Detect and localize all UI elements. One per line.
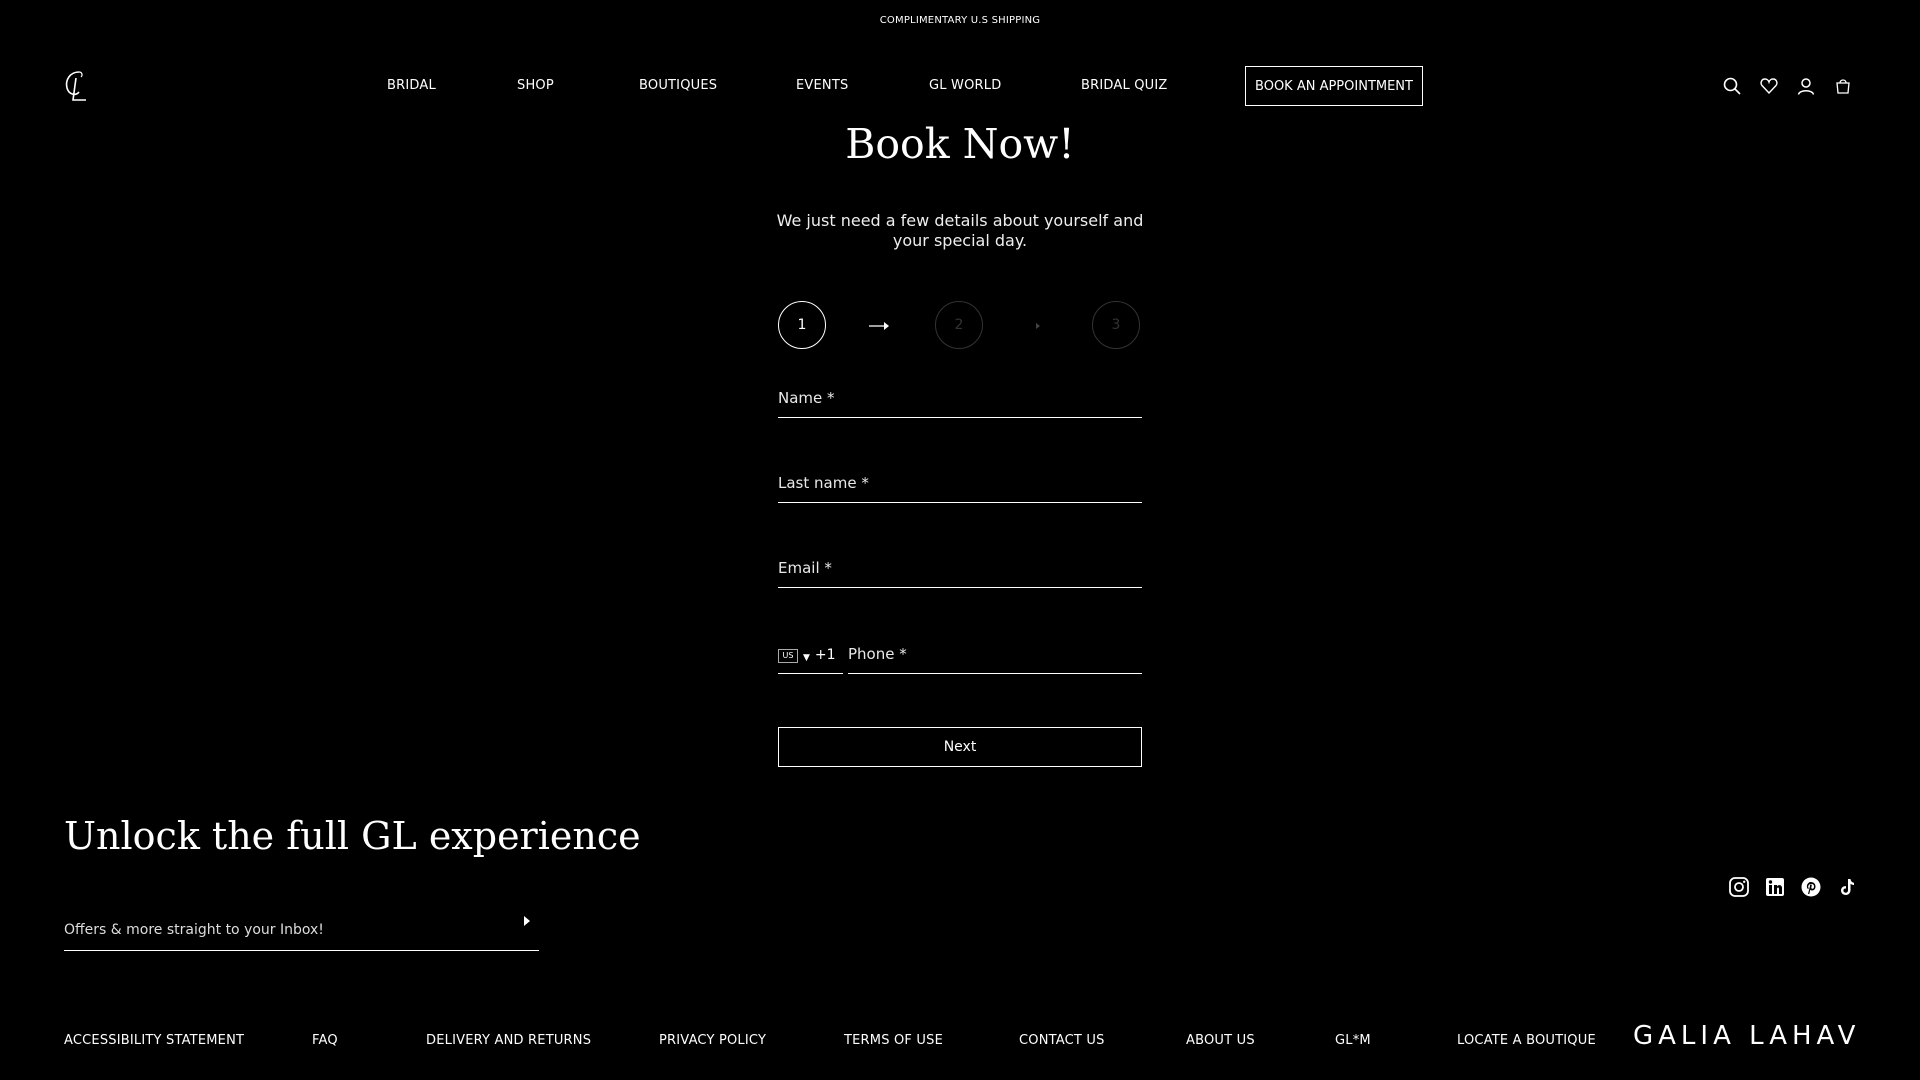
last-name-field [778,463,1142,503]
footer-delivery-link[interactable]: DELIVERY AND RETURNS [426,1033,591,1048]
footer-faq-link[interactable]: FAQ [312,1033,338,1048]
nav-bridal-quiz[interactable]: BRIDAL QUIZ [1081,78,1168,93]
newsletter-title: Unlock the full GL experience [64,814,641,858]
newsletter-email-input[interactable] [64,922,504,938]
book-appointment-button[interactable]: BOOK AN APPOINTMENT [1245,66,1423,106]
footer-about-link[interactable]: ABOUT US [1186,1033,1255,1048]
phone-input[interactable] [848,645,1142,663]
name-input[interactable] [778,389,1142,407]
instagram-icon[interactable] [1728,876,1750,898]
step-arrow-icon [869,318,891,332]
pinterest-icon[interactable] [1800,876,1822,898]
footer-accessibility-link[interactable]: ACCESSIBILITY STATEMENT [64,1033,244,1048]
newsletter-submit-icon[interactable] [519,913,535,929]
tiktok-icon[interactable] [1836,876,1858,898]
bag-icon[interactable] [1833,76,1853,96]
footer-contact-link[interactable]: CONTACT US [1019,1033,1105,1048]
announcement-text: COMPLIMENTARY U.S SHIPPING [879,14,1041,26]
nav-gl-world[interactable]: GL WORLD [929,78,1001,93]
linkedin-icon[interactable] [1764,876,1786,898]
step-1: 1 [778,301,826,349]
footer-glm-link[interactable]: GL*M [1335,1033,1371,1048]
nav-boutiques[interactable]: BOUTIQUES [639,78,717,93]
country-code-select[interactable]: US ▼ +1 [778,634,843,674]
next-button[interactable]: Next [778,727,1142,767]
nav-bridal[interactable]: BRIDAL [387,78,436,93]
newsletter-form [64,907,539,951]
nav-shop[interactable]: SHOP [517,78,554,93]
step-3: 3 [1092,301,1140,349]
page-title: Book Now! [845,120,1075,168]
country-code: +1 [814,647,836,663]
announcement-bar: COMPLIMENTARY U.S SHIPPING [0,0,1920,40]
last-name-input[interactable] [778,474,1142,492]
gl-logo[interactable] [62,68,90,104]
flag-icon: US [778,649,798,663]
footer-privacy-link[interactable]: PRIVACY POLICY [659,1033,766,1048]
chevron-down-icon: ▼ [803,653,810,663]
email-field [778,548,1142,588]
page-subtitle: We just need a few details about yoursel… [776,211,1144,250]
phone-field [848,634,1142,674]
heart-icon[interactable] [1759,76,1779,96]
name-field [778,378,1142,418]
search-icon[interactable] [1722,76,1742,96]
step-arrow-icon [1028,318,1050,332]
user-icon[interactable] [1796,76,1816,96]
footer-locate-boutique-link[interactable]: LOCATE A BOUTIQUE [1457,1033,1596,1048]
brand-wordmark[interactable]: GALIA LAHAV [1633,1021,1860,1051]
site-header: BRIDAL SHOP BOUTIQUES EVENTS GL WORLD BR… [0,64,1920,108]
step-2: 2 [935,301,983,349]
footer-terms-link[interactable]: TERMS OF USE [844,1033,943,1048]
form-stepper: 1 2 3 [778,300,1142,350]
email-input[interactable] [778,559,1142,577]
nav-events[interactable]: EVENTS [796,78,848,93]
